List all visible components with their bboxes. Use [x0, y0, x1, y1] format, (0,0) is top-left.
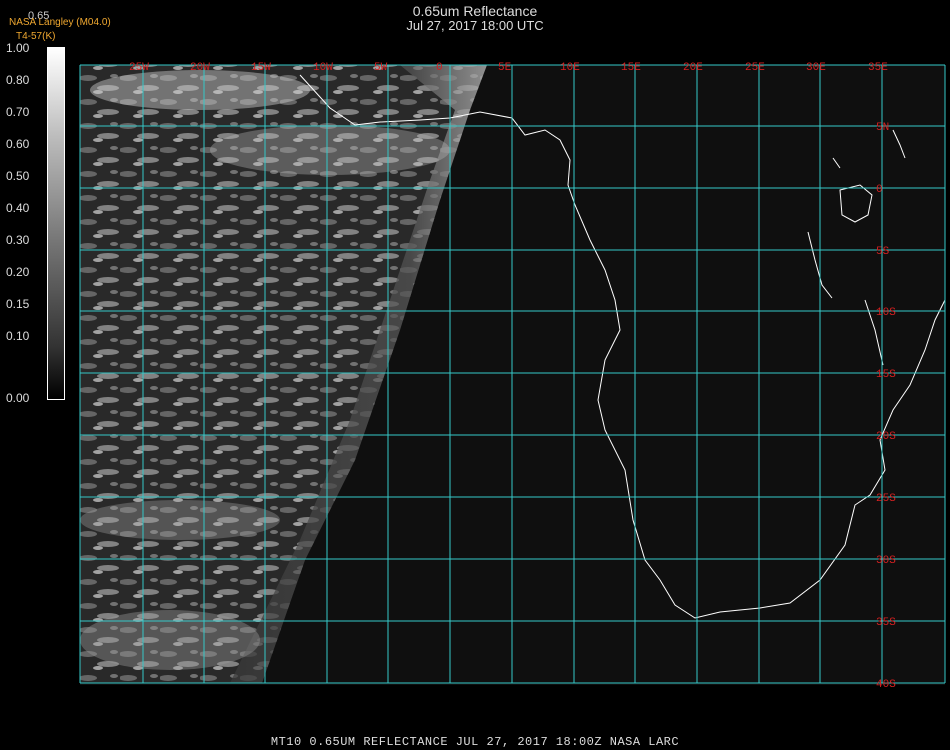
- latitude-label: 25S: [876, 493, 896, 505]
- longitude-label: 5E: [498, 62, 512, 74]
- latitude-label: 0: [876, 184, 883, 196]
- longitude-label: 5W: [374, 62, 388, 74]
- footer-caption: MT10 0.65UM REFLECTANCE JUL 27, 2017 18:…: [270, 735, 680, 749]
- satellite-map: 25W 20W 15W 10W 5W 0 5E 10E 15E 20E 25E 30E 35E 5N 0 5S…: [79, 62, 946, 691]
- longitude-label: 20E: [683, 62, 703, 74]
- cloud-band: [90, 70, 310, 110]
- longitude-label: 10E: [560, 62, 580, 74]
- longitude-label: 15W: [251, 62, 271, 74]
- latitude-label: 5N: [876, 122, 889, 134]
- longitude-label: 30E: [806, 62, 826, 74]
- longitude-label: 20W: [190, 62, 210, 74]
- latitude-label: 10S: [876, 307, 896, 319]
- latitude-label: 35S: [876, 617, 896, 629]
- cloud-band: [80, 610, 260, 670]
- longitude-label: 15E: [621, 62, 641, 74]
- cloud-band: [210, 125, 450, 175]
- longitude-label: 10W: [313, 62, 333, 74]
- longitude-label: 25E: [745, 62, 765, 74]
- latitude-label: 20S: [876, 431, 896, 443]
- latitude-label: 15S: [876, 369, 896, 381]
- longitude-label: 35E: [868, 62, 888, 74]
- cloud-band: [80, 500, 280, 540]
- latitude-label: 30S: [876, 555, 896, 567]
- latitude-label: 40S: [876, 679, 896, 691]
- longitude-label: 25W: [129, 62, 149, 74]
- longitude-label: 0: [436, 62, 443, 74]
- latitude-label: 5S: [876, 246, 890, 258]
